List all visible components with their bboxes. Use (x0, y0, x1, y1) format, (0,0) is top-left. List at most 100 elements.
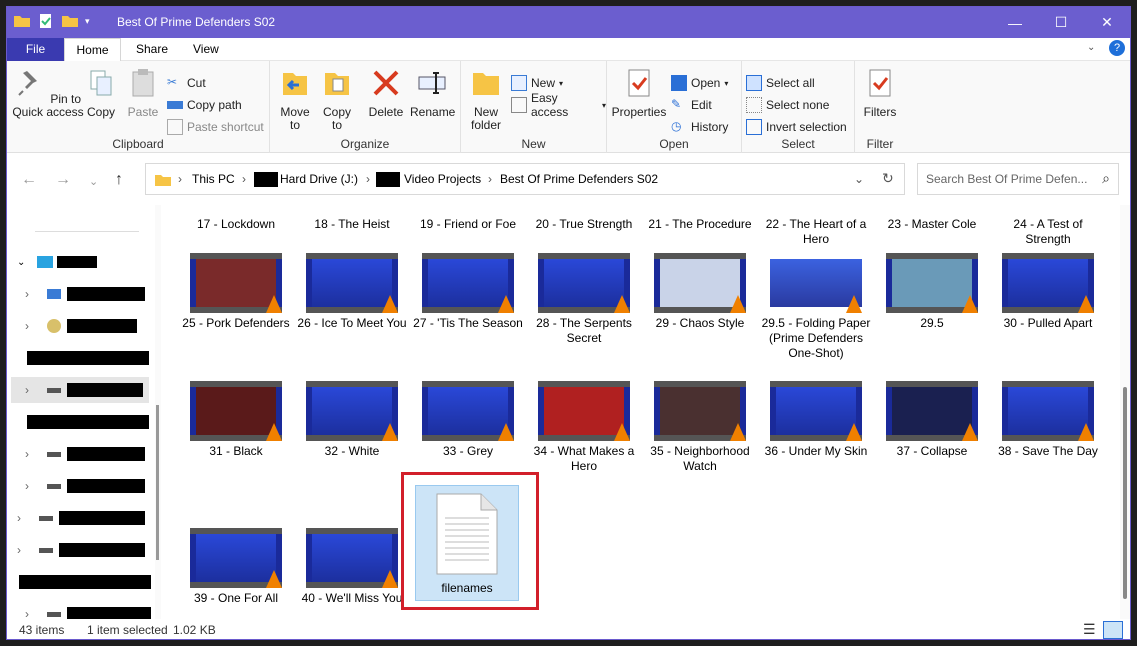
chevron-down-icon[interactable]: ⌄ (854, 172, 864, 186)
breadcrumb-video-projects[interactable]: Video Projects (404, 172, 481, 186)
chevron-down-icon[interactable]: ⌄ (1087, 42, 1095, 53)
content-scrollbar[interactable] (1120, 205, 1130, 619)
select-all-button[interactable]: Select all (746, 73, 815, 93)
properties-button[interactable]: Properties (611, 65, 667, 119)
vlc-cone-icon (614, 423, 630, 441)
up-arrow-icon[interactable]: ↑ (115, 171, 123, 189)
scrollbar-thumb[interactable] (1123, 387, 1127, 599)
refresh-icon[interactable]: ↻ (882, 170, 894, 187)
tab-home[interactable]: Home (64, 38, 121, 62)
nav-item-disc[interactable]: › (25, 313, 137, 339)
recent-locations-chevron-icon[interactable]: ⌄ (89, 175, 98, 188)
file-item[interactable]: 18 - The Heist (296, 217, 408, 232)
invert-selection-button[interactable]: Invert selection (746, 117, 847, 137)
folder-icon (155, 175, 171, 186)
file-item[interactable]: 36 - Under My Skin (760, 381, 872, 459)
item-count: 43 items (19, 623, 65, 637)
history-button[interactable]: ◷ History (671, 117, 728, 137)
file-item[interactable]: 37 - Collapse (876, 381, 988, 459)
file-item[interactable]: 33 - Grey (412, 381, 524, 459)
breadcrumb-hard-drive[interactable]: Hard Drive (J:) (280, 172, 358, 186)
nav-scrollbar-thumb[interactable] (156, 405, 159, 560)
video-thumbnail (538, 253, 630, 313)
nav-divider (35, 231, 139, 232)
copy-path-button[interactable]: Copy path (167, 95, 242, 115)
file-item[interactable]: 30 - Pulled Apart (992, 253, 1104, 331)
breadcrumb-this-pc[interactable]: This PC (192, 172, 235, 186)
explorer-window: ▾ Best Of Prime Defenders S02 — ☐ ✕ File… (6, 6, 1131, 640)
file-item[interactable]: 20 - True Strength (528, 217, 640, 232)
redaction (27, 415, 149, 429)
filters-button[interactable]: Filters (859, 65, 901, 119)
file-item[interactable]: 32 - White (296, 381, 408, 459)
video-thumbnail (1002, 381, 1094, 441)
file-item[interactable]: 31 - Black (180, 381, 292, 459)
file-item[interactable]: 28 - The Serpents Secret (528, 253, 640, 346)
paste-button[interactable]: Paste (125, 65, 161, 119)
file-item[interactable]: 22 - The Heart of a Hero (760, 217, 872, 247)
address-bar[interactable]: › This PC › Hard Drive (J:) › Video Proj… (145, 163, 905, 195)
file-item[interactable]: 29 - Chaos Style (644, 253, 756, 331)
scissors-icon: ✂ (167, 75, 178, 89)
paste-shortcut-button[interactable]: Paste shortcut (167, 117, 264, 137)
file-item[interactable]: 39 - One For All (180, 528, 292, 606)
select-none-button[interactable]: Select none (746, 95, 829, 115)
nav-item-drive[interactable]: › (17, 505, 145, 531)
nav-item-selected-drive[interactable]: › (11, 377, 149, 403)
pin-quick-access-button[interactable]: Pin to Quick access (11, 65, 85, 119)
properties-check-icon[interactable] (37, 13, 55, 29)
redaction (19, 575, 151, 589)
details-view-icon[interactable]: ☰ (1083, 621, 1096, 638)
copy-button[interactable]: Copy (83, 65, 119, 119)
file-item[interactable]: 24 - A Test of Strength (992, 217, 1104, 247)
new-folder-button[interactable]: New folder (465, 65, 507, 132)
help-icon[interactable]: ? (1109, 40, 1125, 56)
video-thumbnail (190, 381, 282, 441)
move-to-button[interactable]: Move to (276, 65, 314, 132)
nav-scrollbar[interactable] (155, 205, 161, 619)
file-item[interactable]: 29.5 - Folding Paper (Prime Defenders On… (760, 253, 872, 361)
file-item[interactable]: 23 - Master Cole (876, 217, 988, 232)
delete-button[interactable]: Delete (366, 65, 406, 119)
open-button[interactable]: Open ▾ (671, 73, 728, 93)
new-item-button[interactable]: New ▾ (511, 73, 563, 93)
easy-access-button[interactable]: Easy access ▾ (511, 91, 606, 119)
tab-view[interactable]: View (179, 38, 233, 61)
nav-item-drive[interactable]: › (25, 601, 151, 619)
close-button[interactable]: ✕ (1084, 7, 1130, 38)
tab-share[interactable]: Share (122, 38, 182, 61)
file-item[interactable]: 19 - Friend or Foe (412, 217, 524, 232)
new-folder-icon[interactable] (61, 13, 79, 29)
file-item[interactable]: 21 - The Procedure (644, 217, 756, 232)
file-item[interactable]: 34 - What Makes a Hero (528, 381, 640, 474)
file-item[interactable]: 26 - Ice To Meet You (296, 253, 408, 331)
redaction (67, 607, 151, 619)
edit-button[interactable]: ✎ Edit (671, 95, 712, 115)
file-item[interactable]: 35 - Neighborhood Watch (644, 381, 756, 474)
minimize-button[interactable]: — (992, 7, 1038, 38)
breadcrumb-current-folder[interactable]: Best Of Prime Defenders S02 (500, 172, 658, 186)
folder-icon[interactable] (13, 13, 31, 29)
copy-to-button[interactable]: Copy to (318, 65, 356, 132)
rename-button[interactable]: Rename (410, 65, 455, 119)
forward-arrow-icon[interactable]: → (55, 171, 71, 189)
file-item[interactable]: 27 - 'Tis The Season (412, 253, 524, 331)
file-view: 17 - Lockdown 18 - The Heist 19 - Friend… (167, 205, 1122, 619)
file-item[interactable]: 25 - Pork Defenders (180, 253, 292, 331)
nav-item-this-pc[interactable]: ⌄ (17, 249, 97, 275)
chevron-down-icon[interactable]: ▾ (85, 16, 90, 27)
back-arrow-icon[interactable]: ← (21, 171, 37, 189)
file-item[interactable]: 38 - Save The Day (992, 381, 1104, 459)
nav-item-drive[interactable]: › (25, 473, 145, 499)
nav-item-drive[interactable]: › (25, 441, 145, 467)
file-item[interactable]: 17 - Lockdown (180, 217, 292, 232)
large-icons-view-icon[interactable] (1103, 621, 1123, 639)
tab-file[interactable]: File (7, 38, 64, 61)
search-input[interactable]: Search Best Of Prime Defen... ⌕ (917, 163, 1119, 195)
maximize-button[interactable]: ☐ (1038, 7, 1084, 38)
cut-button[interactable]: ✂ Cut (167, 73, 206, 93)
nav-item-drive[interactable]: › (25, 281, 145, 307)
file-item[interactable]: 40 - We'll Miss You (296, 528, 408, 606)
nav-item-drive[interactable]: › (17, 537, 145, 563)
file-item[interactable]: 29.5 (876, 253, 988, 331)
